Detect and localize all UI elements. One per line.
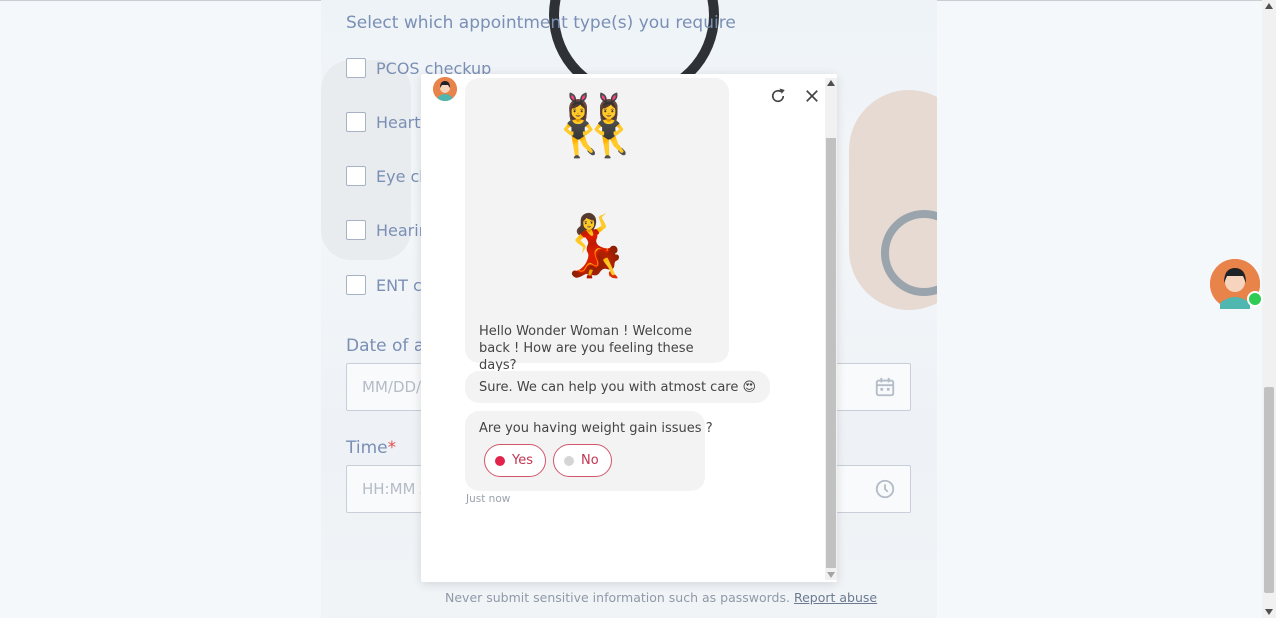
checkbox[interactable] [346, 58, 366, 78]
close-icon[interactable] [803, 87, 821, 105]
option-label: Yes [512, 453, 533, 468]
refresh-icon[interactable] [769, 87, 787, 105]
clock-icon[interactable] [874, 478, 896, 500]
footer-text: Never submit sensitive information such … [445, 590, 790, 605]
chat-popup: 👯‍♀️ 💃 Hello Wonder Woman ! Welcome back… [421, 74, 837, 582]
time-label-text: Time [346, 438, 388, 458]
report-abuse-link[interactable]: Report abuse [794, 590, 877, 605]
checkbox-option-eye[interactable]: Eye ch [346, 165, 429, 187]
required-mark: * [387, 438, 397, 458]
reply-text: Sure. We can help you with atmost care 😍 [479, 379, 757, 395]
checkbox-option-heart[interactable]: Heart [346, 111, 421, 133]
calendar-icon[interactable] [874, 376, 896, 398]
greeting-message: 👯‍♀️ 💃 Hello Wonder Woman ! Welcome back… [465, 78, 729, 373]
checkbox-option-ent[interactable]: ENT c [346, 274, 422, 296]
checkbox-label: ENT c [376, 275, 422, 295]
appointment-type-heading: Select which appointment type(s) you req… [346, 13, 736, 33]
checkbox[interactable] [346, 275, 366, 295]
scroll-up-arrow-icon[interactable] [827, 80, 835, 86]
option-yes-button[interactable]: Yes [484, 444, 546, 477]
question-text: Are you having weight gain issues ? [479, 421, 713, 436]
question-message: Are you having weight gain issues ? Yes … [465, 411, 713, 491]
checkbox-label: Heart [376, 112, 421, 132]
chat-scrollbar[interactable] [825, 78, 837, 580]
checkbox[interactable] [346, 220, 366, 240]
greeting-text: Hello Wonder Woman ! Welcome back ! How … [479, 324, 694, 373]
scroll-down-arrow-icon[interactable] [1265, 609, 1273, 615]
option-label: No [581, 453, 599, 468]
selected-dot [495, 455, 505, 466]
message-timestamp: Just now [466, 493, 511, 505]
scroll-down-arrow-icon[interactable] [827, 572, 835, 578]
online-status-dot [1247, 291, 1263, 307]
dancing-woman-emoji: 💃 [557, 211, 632, 281]
bot-avatar [433, 77, 457, 101]
checkbox-option-hearing[interactable]: Hearin [346, 219, 429, 241]
scroll-up-arrow-icon[interactable] [1265, 3, 1273, 9]
page-scroll-thumb[interactable] [1264, 387, 1274, 593]
date-placeholder: MM/DD/ [362, 378, 422, 396]
avatar-icon [433, 77, 457, 101]
checkbox[interactable] [346, 166, 366, 186]
checkbox[interactable] [346, 112, 366, 132]
chat-scroll-thumb[interactable] [826, 138, 836, 568]
option-no-button[interactable]: No [553, 444, 612, 477]
unselected-dot [564, 455, 574, 466]
reply-message: Sure. We can help you with atmost care 😍 [465, 371, 771, 403]
dancers-emoji: 👯‍♀️ [557, 91, 632, 161]
page-scrollbar[interactable] [1262, 0, 1276, 618]
chat-launcher-avatar[interactable] [1210, 259, 1263, 309]
time-label: Time* [346, 438, 396, 458]
footer-notice: Never submit sensitive information such … [445, 590, 877, 605]
